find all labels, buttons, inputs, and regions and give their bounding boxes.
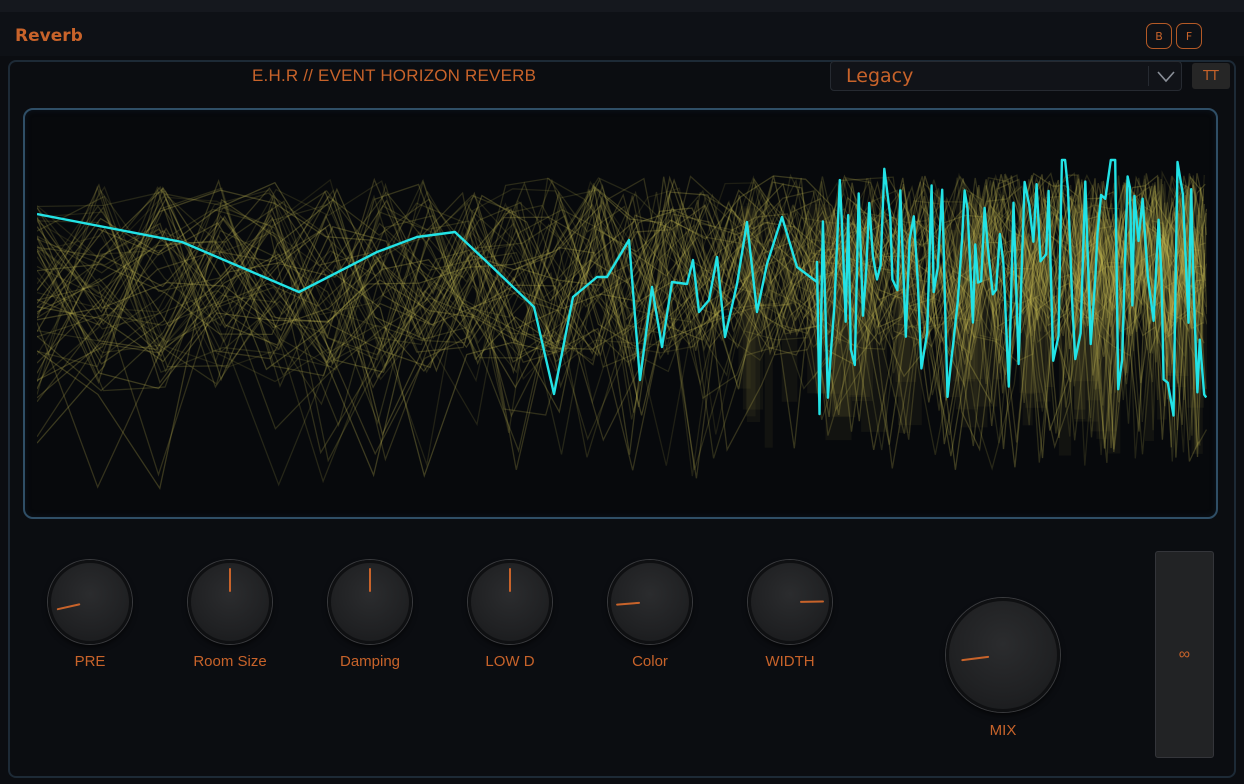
damping-knob[interactable] (328, 560, 412, 644)
waveform-display (23, 108, 1218, 519)
freeze-f-button[interactable]: F (1176, 23, 1202, 49)
low-d-label: LOW D (485, 653, 535, 670)
pre-knob[interactable] (48, 560, 132, 644)
history-density (764, 219, 773, 448)
bypass-button[interactable]: B (1146, 23, 1172, 49)
width-knob-pointer (799, 600, 825, 603)
room-size-knob[interactable] (188, 560, 272, 644)
history-density (897, 238, 922, 426)
low-d-knob-pointer (509, 568, 511, 592)
pre-label: PRE (74, 653, 106, 670)
history-density (1169, 213, 1187, 388)
freeze-infinite-button[interactable]: ∞ (1155, 551, 1214, 758)
preset-name: Legacy (846, 65, 914, 87)
chevron-down-icon[interactable] (1155, 66, 1177, 86)
color-knob-pointer (616, 601, 641, 606)
waveform-graph (37, 158, 1207, 490)
mix-label: MIX (989, 722, 1017, 739)
width-label: WIDTH (765, 653, 815, 670)
header-bar (0, 12, 1244, 56)
history-density (1022, 235, 1033, 426)
infinity-icon: ∞ (1178, 645, 1191, 663)
low-d-knob[interactable] (468, 560, 552, 644)
app-title: Reverb (15, 26, 83, 46)
pre-knob-pointer (56, 603, 81, 611)
color-knob[interactable] (608, 560, 692, 644)
history-density (973, 215, 998, 407)
tt-button[interactable]: TT (1192, 63, 1230, 89)
room-size-knob-pointer (229, 568, 231, 592)
preset-selector[interactable]: Legacy (830, 61, 1182, 91)
mix-knob-pointer (961, 655, 990, 662)
color-label: Color (632, 653, 668, 670)
mix-knob[interactable] (946, 598, 1060, 712)
width-knob[interactable] (748, 560, 832, 644)
plugin-name: E.H.R // EVENT HORIZON REVERB (252, 66, 537, 85)
preset-divider (1148, 66, 1149, 86)
room-size-label: Room Size (193, 653, 267, 670)
damping-label: Damping (339, 653, 401, 670)
window-top-strip (0, 0, 1244, 12)
damping-knob-pointer (369, 568, 371, 592)
